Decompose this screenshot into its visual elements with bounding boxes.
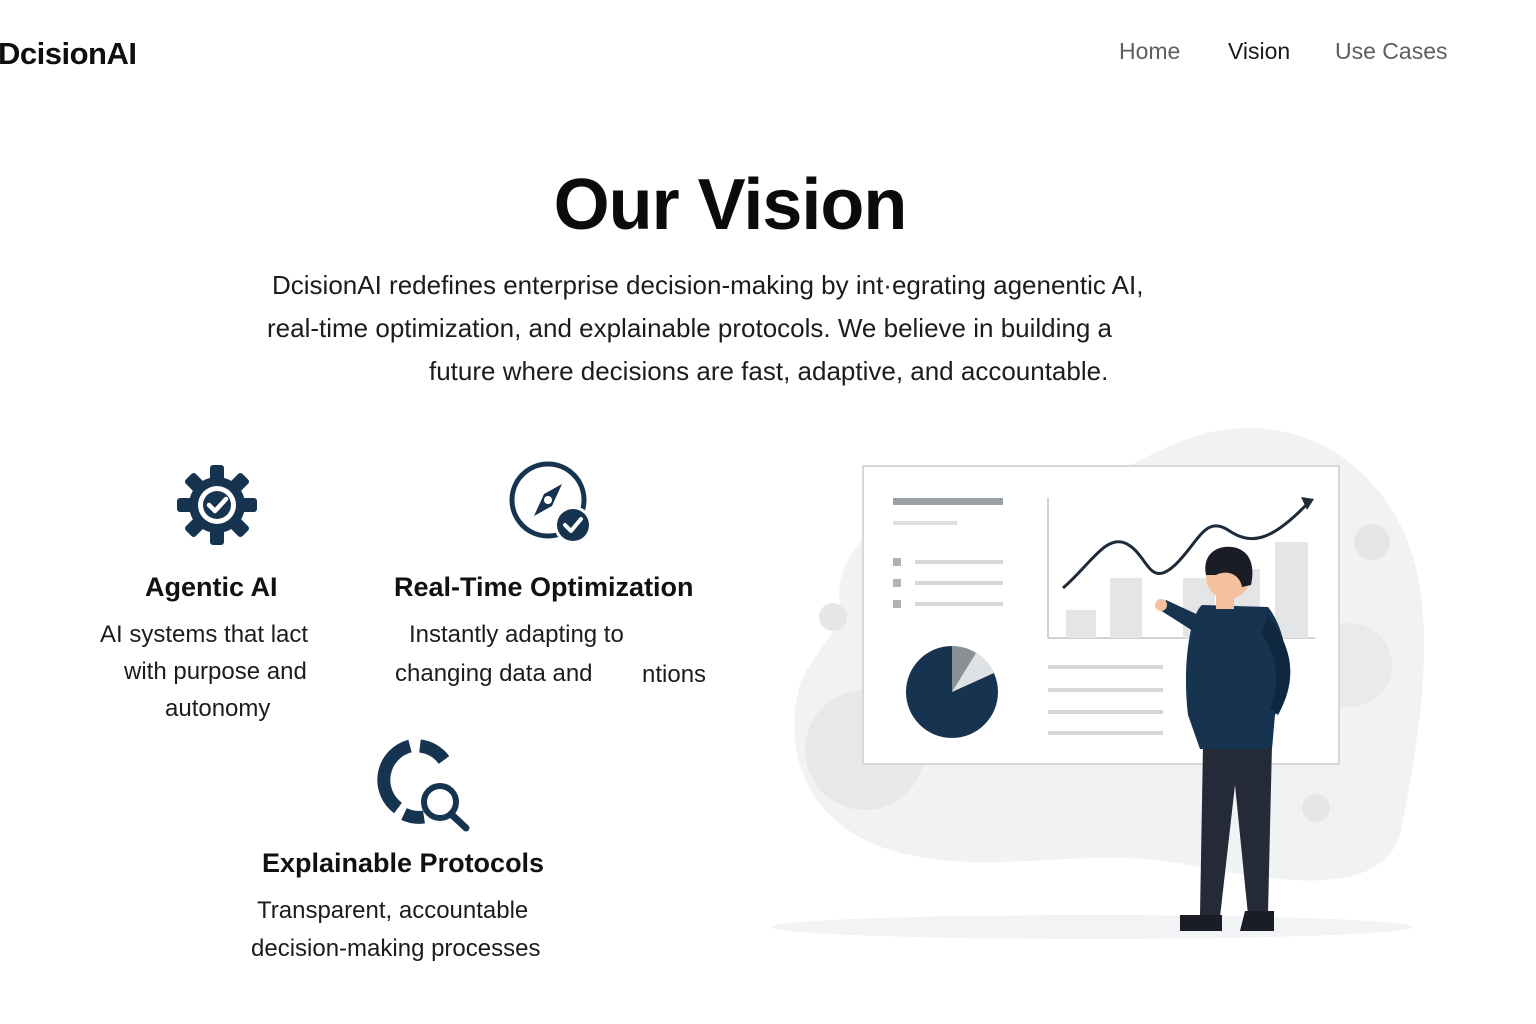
main-nav: Home Vision Use Cases — [0, 38, 1536, 70]
vision-page: DcisionAI Home Vision Use Cases Our Visi… — [0, 0, 1536, 1024]
feature-description-line: autonomy — [165, 695, 271, 722]
feature-title-real-time-optimization: Real-Time Optimization — [394, 572, 694, 602]
chart-magnifier-icon — [377, 739, 470, 832]
person-presenting-dashboard-illustration — [772, 428, 1425, 939]
page-title: Our Vision — [553, 165, 908, 245]
nav-home-link[interactable]: Home — [1119, 38, 1180, 65]
compass-check-icon — [509, 461, 592, 544]
feature-description-line: Transparent, accountable — [257, 897, 529, 924]
nav-vision-link[interactable]: Vision — [1228, 38, 1290, 65]
feature-description-line: decision-making processes — [251, 935, 541, 962]
nav-use-cases-link[interactable]: Use Cases — [1335, 38, 1447, 65]
feature-description-line: ntions — [642, 661, 707, 688]
feature-description-line: with purpose and — [124, 658, 307, 685]
feature-title-agentic-ai: Agentic AI — [145, 572, 278, 602]
gear-check-icon — [177, 465, 257, 545]
feature-description-line: changing data and — [395, 660, 593, 687]
hero-description-line: DcisionAI redefines enterprise decision-… — [272, 270, 1144, 300]
feature-description-line: Instantly adapting to — [409, 621, 624, 648]
feature-description-line: AI systems that lact — [100, 621, 309, 648]
hero-description-line: future where decisions are fast, adaptiv… — [429, 356, 1109, 386]
hero-description-line: real-time optimization, and explainable … — [267, 313, 1112, 343]
feature-title-explainable-protocols: Explainable Protocols — [262, 848, 545, 878]
